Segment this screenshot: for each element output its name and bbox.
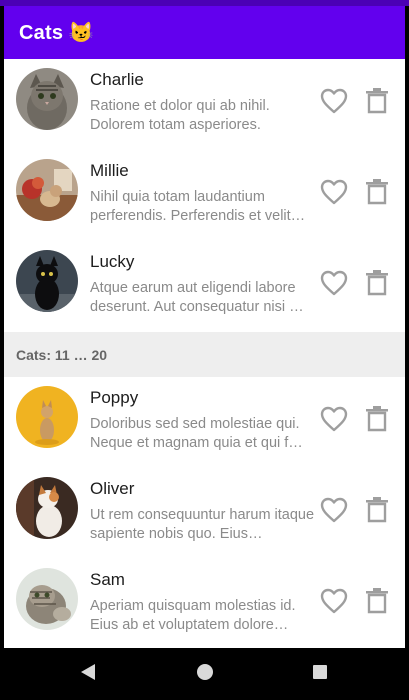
back-triangle-icon[interactable] <box>79 662 97 687</box>
cat-avatar <box>16 68 78 130</box>
cat-avatar <box>16 386 78 448</box>
list-item[interactable]: Lucky Atque earum aut eligendi labore de… <box>4 241 405 332</box>
section-header: Cats: 11 … 20 <box>4 332 405 377</box>
cat-avatar <box>16 568 78 630</box>
cat-name: Poppy <box>90 388 139 407</box>
home-circle-icon[interactable] <box>195 662 215 687</box>
list-item[interactable]: Millie Nihil quia totam laudantium perfe… <box>4 150 405 241</box>
delete-trash-icon[interactable] <box>366 88 388 114</box>
list-item[interactable]: Oliver Ut rem consequuntur harum itaque … <box>4 468 405 559</box>
list-item[interactable]: Poppy Doloribus sed sed molestiae qui. N… <box>4 377 405 468</box>
cat-description: Ut rem consequuntur harum itaque sapient… <box>90 507 315 542</box>
cat-name: Lucky <box>90 252 135 271</box>
cat-description: Nihil quia totam laudantium perferendis.… <box>90 189 306 224</box>
delete-trash-icon[interactable] <box>366 497 388 523</box>
recents-square-icon[interactable] <box>311 662 329 687</box>
favorite-heart-icon[interactable] <box>320 497 348 523</box>
delete-trash-icon[interactable] <box>366 270 388 296</box>
delete-trash-icon[interactable] <box>366 179 388 205</box>
app-title: Cats 😼 <box>19 22 95 44</box>
app-bar: Cats 😼 <box>4 6 405 59</box>
cat-list[interactable]: Charlie Ratione et dolor qui ab nihil. D… <box>4 59 405 648</box>
favorite-heart-icon[interactable] <box>320 270 348 296</box>
favorite-heart-icon[interactable] <box>320 179 348 205</box>
delete-trash-icon[interactable] <box>366 406 388 432</box>
cat-avatar <box>16 250 78 312</box>
cat-description: Aperiam quisquam molestias id. Eius ab e… <box>90 598 296 633</box>
section-header-label: Cats: 11 … 20 <box>16 346 108 363</box>
system-nav-bar <box>0 648 409 700</box>
delete-trash-icon[interactable] <box>366 588 388 614</box>
cat-name: Oliver <box>90 479 135 498</box>
favorite-heart-icon[interactable] <box>320 406 348 432</box>
favorite-heart-icon[interactable] <box>320 88 348 114</box>
cat-avatar <box>16 477 78 539</box>
cat-description: Atque earum aut eligendi labore deserunt… <box>90 280 304 315</box>
cat-description: Doloribus sed sed molestiae qui. Neque e… <box>90 416 303 451</box>
list-item[interactable]: Sam Aperiam quisquam molestias id. Eius … <box>4 559 405 648</box>
cat-name: Millie <box>90 161 129 180</box>
cat-name: Charlie <box>90 70 144 89</box>
list-item[interactable]: Charlie Ratione et dolor qui ab nihil. D… <box>4 59 405 150</box>
app-window: Cats 😼 Charlie Ratione et dolor qui ab n… <box>0 0 409 700</box>
cat-description: Ratione et dolor qui ab nihil. Dolorem t… <box>90 98 270 133</box>
cat-name: Sam <box>90 570 125 589</box>
favorite-heart-icon[interactable] <box>320 588 348 614</box>
cat-avatar <box>16 159 78 221</box>
